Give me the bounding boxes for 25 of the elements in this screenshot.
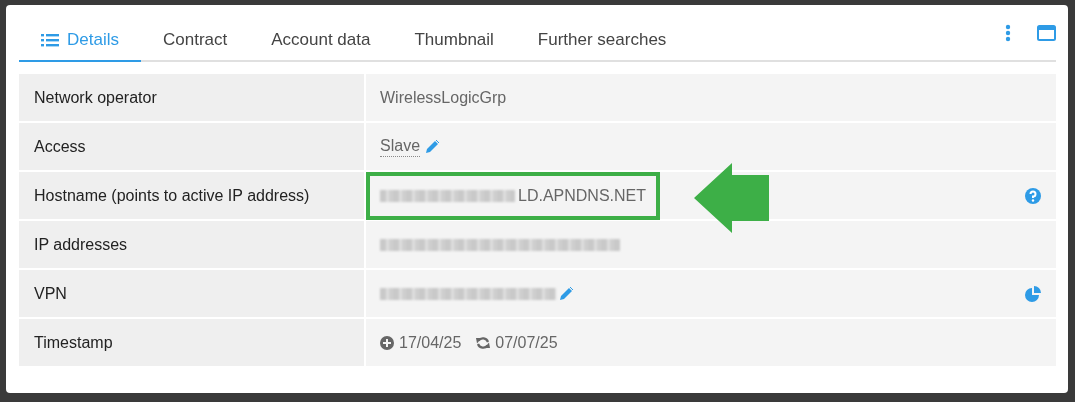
table-cell: Hostname (points to active IP address) bbox=[19, 172, 364, 219]
tab[interactable]: Contract bbox=[140, 22, 250, 62]
help-icon bbox=[1025, 187, 1041, 204]
date-text: 07/07/25 bbox=[495, 333, 558, 352]
value-text: LD.APNDNS.NET bbox=[518, 186, 647, 205]
pencil-icon bbox=[425, 139, 440, 154]
arrow-icon bbox=[694, 163, 769, 233]
tab[interactable]: Thumbnail bbox=[392, 22, 516, 62]
table-cell: Timestamp bbox=[19, 319, 364, 366]
date-text: 17/04/25 bbox=[399, 333, 462, 352]
refresh-icon bbox=[476, 335, 491, 350]
tab[interactable]: Account data bbox=[249, 22, 393, 62]
table-cell: IP addresses bbox=[19, 221, 364, 268]
edit-link[interactable]: Slave bbox=[380, 136, 421, 157]
more-options-icon[interactable] bbox=[1005, 24, 1011, 42]
table-cell: Network operator bbox=[19, 74, 364, 121]
plus-circle-icon bbox=[380, 335, 394, 350]
value-text: WirelessLogicGrp bbox=[380, 88, 507, 107]
list-icon bbox=[41, 33, 59, 47]
window-icon[interactable] bbox=[1037, 25, 1056, 41]
pencil-icon bbox=[559, 286, 573, 301]
tab[interactable]: Further searches bbox=[515, 22, 689, 62]
table-cell: VPN bbox=[19, 270, 364, 317]
pie-chart-icon bbox=[1025, 285, 1041, 302]
table-cell: Access bbox=[19, 123, 364, 170]
